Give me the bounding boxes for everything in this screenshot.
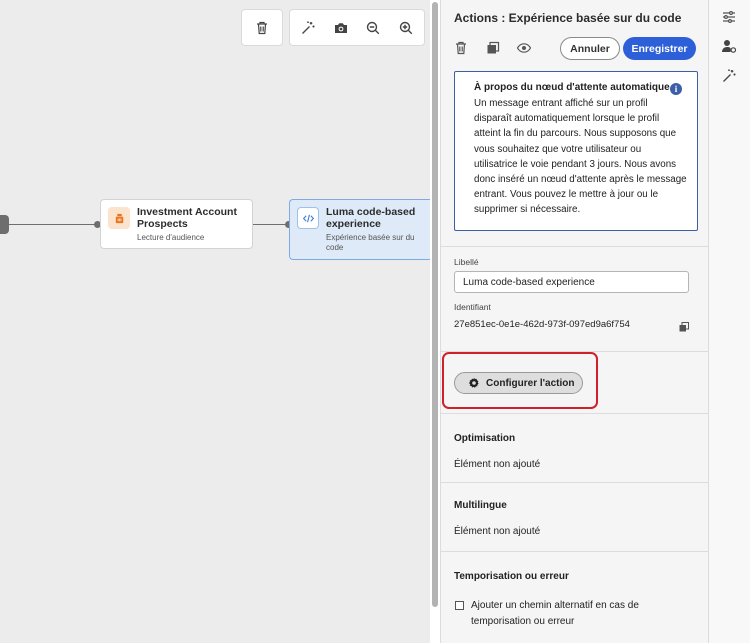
info-title: À propos du nœud d'attente automatique xyxy=(474,82,670,93)
node-audience[interactable]: Investment Account Prospects Lecture d'a… xyxy=(100,199,253,249)
eye-icon[interactable] xyxy=(516,40,532,56)
zoom-out-icon[interactable] xyxy=(358,13,388,43)
multilingual-value: Élément non ajouté xyxy=(454,526,541,537)
user-settings-icon[interactable] xyxy=(721,38,737,54)
journey-canvas[interactable]: Investment Account Prospects Lecture d'a… xyxy=(0,0,430,643)
duplicate-icon[interactable] xyxy=(485,40,501,56)
node-subtitle: Lecture d'audience xyxy=(137,233,205,242)
trash-icon[interactable] xyxy=(247,13,277,43)
magic-wand-icon[interactable] xyxy=(721,68,737,84)
timeout-checkbox[interactable] xyxy=(455,601,464,610)
info-body: Un message entrant affiché sur un profil… xyxy=(474,98,687,216)
timeout-checkbox-label[interactable]: Ajouter un chemin alternatif en cas de t… xyxy=(471,598,686,630)
canvas-tools xyxy=(289,9,425,46)
connector-line xyxy=(9,224,98,225)
node-title: Luma code-based experience xyxy=(326,206,416,230)
label-input[interactable] xyxy=(454,271,689,293)
save-button[interactable]: Enregistrer xyxy=(623,37,696,60)
audience-icon xyxy=(108,207,130,229)
timeout-title: Temporisation ou erreur xyxy=(454,571,569,582)
configure-action-label: Configurer l'action xyxy=(486,377,575,389)
id-value: 27e851ec-0e1e-462d-973f-097ed9a6f754 xyxy=(454,319,630,330)
multilingual-title: Multilingue xyxy=(454,500,507,511)
trash-icon[interactable] xyxy=(453,40,469,56)
optimisation-title: Optimisation xyxy=(454,433,516,444)
right-rail xyxy=(708,0,750,643)
panel-title: Actions : Expérience basée sur du code xyxy=(454,11,682,25)
id-field-label: Identifiant xyxy=(454,302,491,312)
optimisation-value: Élément non ajouté xyxy=(454,459,541,470)
camera-icon[interactable] xyxy=(326,13,356,43)
divider xyxy=(441,246,708,247)
node-subtitle: Expérience basée sur du code xyxy=(326,233,415,252)
delete-toolbar xyxy=(241,9,283,46)
sliders-icon[interactable] xyxy=(721,9,737,25)
canvas-scrollbar[interactable] xyxy=(430,0,440,643)
divider xyxy=(441,413,708,414)
magic-wand-icon[interactable] xyxy=(293,13,323,43)
label-field-label: Libellé xyxy=(454,257,479,267)
zoom-in-icon[interactable] xyxy=(391,13,421,43)
gear-icon xyxy=(468,377,479,388)
node-code-experience[interactable]: Luma code-based experience Expérience ba… xyxy=(289,199,430,260)
properties-panel: Actions : Expérience basée sur du code A… xyxy=(440,0,708,643)
configure-action-button[interactable]: Configurer l'action xyxy=(454,372,583,394)
info-box: À propos du nœud d'attente automatique i… xyxy=(454,71,698,231)
code-icon xyxy=(297,207,319,229)
divider xyxy=(441,551,708,552)
node-title: Investment Account Prospects xyxy=(137,206,237,230)
scrollbar-thumb[interactable] xyxy=(432,2,438,607)
divider xyxy=(441,482,708,483)
info-icon: i xyxy=(670,83,682,95)
cancel-button[interactable]: Annuler xyxy=(560,37,620,60)
entry-handle[interactable] xyxy=(0,215,9,234)
copy-icon[interactable] xyxy=(678,320,690,332)
